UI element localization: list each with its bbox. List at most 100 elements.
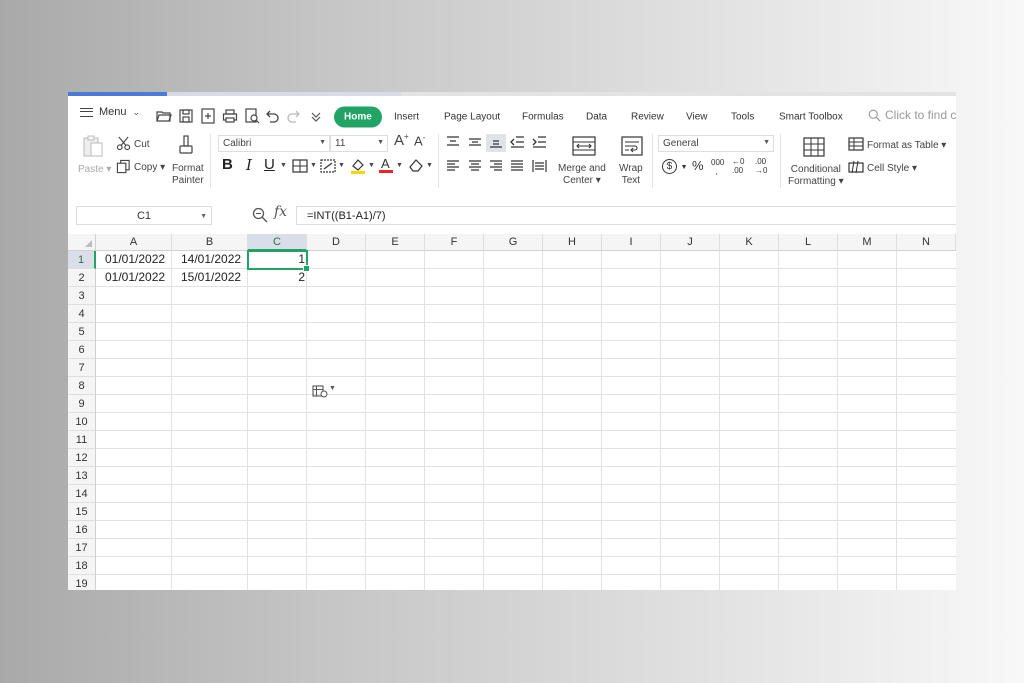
- name-box[interactable]: C1 ▼: [76, 206, 212, 225]
- paste-icon[interactable]: [82, 134, 104, 158]
- column-header[interactable]: B: [172, 234, 248, 251]
- column-header[interactable]: H: [543, 234, 602, 251]
- number-format-select[interactable]: General ▼: [658, 135, 774, 152]
- row-header[interactable]: 13: [68, 467, 96, 485]
- tab-review[interactable]: Review: [631, 112, 664, 123]
- merge-center-button[interactable]: Merge and Center ▾: [558, 163, 606, 187]
- underline-button[interactable]: U: [264, 156, 275, 173]
- fill-color-icon[interactable]: [350, 157, 366, 174]
- format-table-icon[interactable]: [848, 137, 864, 151]
- column-header[interactable]: D: [307, 234, 366, 251]
- increase-indent-icon[interactable]: [532, 136, 547, 148]
- merge-center-icon[interactable]: [572, 136, 596, 156]
- bold-button[interactable]: B: [222, 156, 233, 173]
- print-icon[interactable]: [222, 108, 238, 124]
- cell-c2[interactable]: 2: [248, 269, 305, 286]
- save-icon[interactable]: [178, 108, 194, 124]
- font-color-icon[interactable]: A: [378, 156, 394, 174]
- decrease-decimal-button[interactable]: .00 →0: [755, 157, 773, 175]
- increase-font-icon[interactable]: A+: [394, 132, 409, 149]
- justify-icon[interactable]: [510, 160, 524, 172]
- column-header[interactable]: G: [484, 234, 543, 251]
- font-size-select[interactable]: 11 ▼: [330, 135, 388, 152]
- column-header[interactable]: N: [897, 234, 956, 251]
- select-all-corner[interactable]: [68, 234, 96, 251]
- format-as-table-button[interactable]: Format as Table ▾: [867, 140, 946, 151]
- eraser-icon[interactable]: [408, 158, 424, 172]
- cell-a2[interactable]: 01/01/2022: [105, 269, 165, 286]
- tab-page-layout[interactable]: Page Layout: [444, 112, 500, 123]
- thousands-separator-button[interactable]: 000 ,: [711, 158, 724, 176]
- column-header[interactable]: M: [838, 234, 897, 251]
- zoom-search-icon[interactable]: [252, 207, 268, 223]
- row-header[interactable]: 5: [68, 323, 96, 341]
- percent-button[interactable]: %: [692, 158, 704, 173]
- paste-label[interactable]: Paste ▾: [78, 164, 111, 175]
- cell-style-icon[interactable]: [848, 160, 864, 174]
- format-painter-button[interactable]: Format Painter: [172, 163, 204, 187]
- cell-b2[interactable]: 15/01/2022: [181, 269, 241, 286]
- increase-decimal-button[interactable]: ←0 .00: [732, 157, 750, 175]
- row-header[interactable]: 2: [68, 269, 96, 287]
- chevron-down-icon[interactable]: ▼: [396, 162, 403, 169]
- print-preview-icon[interactable]: [244, 108, 260, 124]
- customize-toolbar-icon[interactable]: [308, 108, 324, 124]
- column-header[interactable]: I: [602, 234, 661, 251]
- formula-input[interactable]: =INT((B1-A1)/7): [296, 206, 956, 225]
- conditional-formatting-icon[interactable]: [803, 137, 825, 157]
- row-header[interactable]: 19: [68, 575, 96, 590]
- align-middle-icon[interactable]: [468, 136, 482, 148]
- row-header[interactable]: 9: [68, 395, 96, 413]
- paste-options-button[interactable]: ▼: [312, 384, 338, 400]
- row-header[interactable]: 11: [68, 431, 96, 449]
- row-header[interactable]: 15: [68, 503, 96, 521]
- tab-insert[interactable]: Insert: [394, 112, 419, 123]
- column-header[interactable]: C: [248, 234, 307, 251]
- column-header[interactable]: F: [425, 234, 484, 251]
- chevron-down-icon[interactable]: ▼: [280, 162, 287, 169]
- wrap-text-icon[interactable]: [621, 136, 643, 156]
- chevron-down-icon[interactable]: ▼: [426, 162, 433, 169]
- conditional-formatting-button[interactable]: Conditional Formatting ▾: [788, 164, 844, 188]
- font-name-select[interactable]: Calibri ▼: [218, 135, 330, 152]
- row-header[interactable]: 1: [68, 251, 96, 269]
- column-header[interactable]: L: [779, 234, 838, 251]
- menu-button[interactable]: Menu ⌄: [80, 106, 140, 118]
- copy-icon[interactable]: [116, 159, 131, 174]
- cell-a1[interactable]: 01/01/2022: [105, 251, 165, 268]
- row-header[interactable]: 4: [68, 305, 96, 323]
- scissors-icon[interactable]: [116, 136, 131, 151]
- active-cell-selection[interactable]: [247, 250, 310, 272]
- align-center-icon[interactable]: [468, 160, 482, 172]
- row-header[interactable]: 6: [68, 341, 96, 359]
- chevron-down-icon[interactable]: ▼: [310, 162, 317, 169]
- cell-format-icon[interactable]: [320, 159, 336, 173]
- row-header[interactable]: 14: [68, 485, 96, 503]
- tab-home[interactable]: Home: [334, 106, 382, 128]
- decrease-font-icon[interactable]: A-: [414, 133, 425, 148]
- cell-b1[interactable]: 14/01/2022: [181, 251, 241, 268]
- format-painter-icon[interactable]: [176, 134, 196, 158]
- undo-icon[interactable]: [264, 108, 280, 124]
- wrap-text-button[interactable]: Wrap Text: [619, 163, 643, 187]
- cell-style-button[interactable]: Cell Style ▾: [867, 163, 917, 174]
- align-top-icon[interactable]: [446, 136, 460, 148]
- tab-view[interactable]: View: [686, 112, 708, 123]
- row-header[interactable]: 12: [68, 449, 96, 467]
- tab-tools[interactable]: Tools: [731, 112, 754, 123]
- row-header[interactable]: 10: [68, 413, 96, 431]
- currency-button[interactable]: $ ▼: [662, 157, 688, 174]
- column-header[interactable]: E: [366, 234, 425, 251]
- row-header[interactable]: 3: [68, 287, 96, 305]
- copy-button[interactable]: Copy ▾: [134, 162, 165, 173]
- row-header[interactable]: 16: [68, 521, 96, 539]
- tab-smart-toolbox[interactable]: Smart Toolbox: [779, 112, 843, 123]
- tab-data[interactable]: Data: [586, 112, 607, 123]
- open-folder-icon[interactable]: [156, 108, 172, 124]
- chevron-down-icon[interactable]: ▼: [338, 162, 345, 169]
- italic-button[interactable]: I: [246, 156, 252, 174]
- decrease-indent-icon[interactable]: [510, 136, 525, 148]
- worksheet-grid[interactable]: A B C D E F G H I J K L M N 1 2 3 4 5 6 …: [68, 234, 956, 590]
- distributed-align-icon[interactable]: [532, 160, 547, 172]
- redo-icon[interactable]: [286, 108, 302, 124]
